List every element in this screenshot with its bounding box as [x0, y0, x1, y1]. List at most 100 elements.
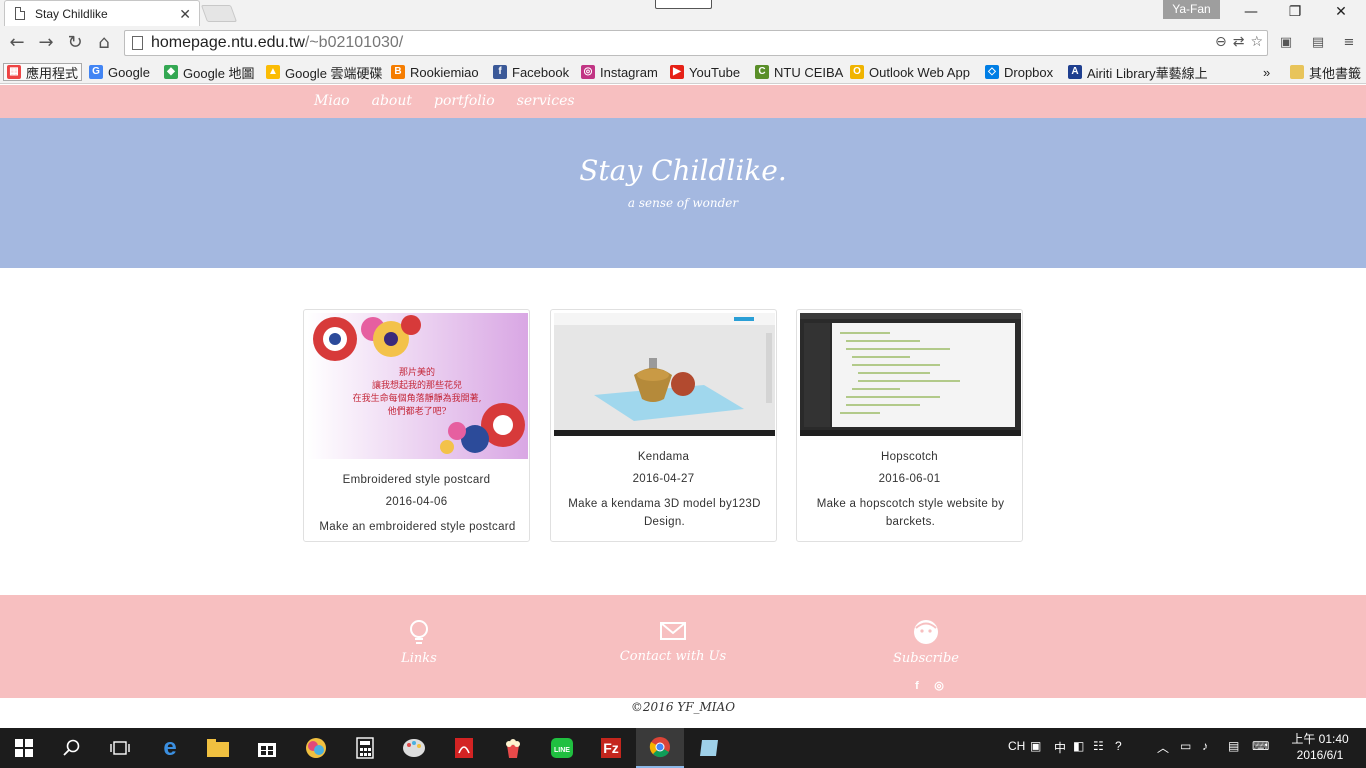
portfolio-card-postcard[interactable]: 那片美的 讓我想起我的那些花兒 在我生命每個角落靜靜為我開著, 他們都老了吧? …	[303, 309, 530, 542]
taskbar-notes-app[interactable]	[685, 728, 733, 768]
bookmark-outlook[interactable]: O Outlook Web App	[850, 63, 970, 81]
edge-icon: e	[163, 734, 177, 761]
outlook-icon: O	[850, 65, 864, 79]
maps-icon: ◆	[164, 65, 178, 79]
bookmark-maps[interactable]: ◆ Google 地圖	[164, 63, 255, 81]
ime-settings-icon[interactable]: ▣	[1030, 739, 1041, 753]
ime-keyboard-icon[interactable]: ☷	[1093, 739, 1104, 753]
windows-logo-icon	[15, 739, 33, 757]
footer-links-label: Links	[401, 651, 437, 666]
page-content: Miao about portfolio services Stay Child…	[0, 85, 1366, 728]
browser-tab[interactable]: Stay Childlike ✕	[4, 0, 200, 26]
back-button[interactable]: ←	[5, 31, 29, 55]
new-tab-button[interactable]	[200, 5, 238, 22]
clock[interactable]: 上午 01:40 2016/6/1	[1284, 731, 1356, 763]
bookmark-google[interactable]: G Google	[89, 63, 150, 81]
url-text[interactable]: homepage.ntu.edu.tw/~b02101030/	[151, 33, 403, 53]
ime-indicator[interactable]: CH	[1008, 739, 1025, 753]
extension-icon-2[interactable]: ▤	[1308, 33, 1328, 53]
clock-date: 2016/6/1	[1296, 748, 1344, 762]
calculator-icon	[356, 737, 374, 759]
footer-contact-label: Contact with Us	[619, 649, 727, 664]
taskbar: e LINE Fz CH ▣ 中 ◧ ☷ ? ︿ ▭ ♪ ▤ ⌨ 上午 01:4…	[0, 728, 1366, 768]
color-wheel-icon	[306, 738, 326, 758]
bookmark-dropbox[interactable]: ◇ Dropbox	[985, 63, 1053, 81]
tab-close-icon[interactable]: ✕	[179, 6, 191, 23]
store-icon	[258, 743, 276, 757]
taskbar-file-explorer[interactable]	[194, 728, 242, 768]
footer-subscribe[interactable]: Subscribe	[846, 619, 1006, 666]
forward-button[interactable]: →	[34, 31, 58, 55]
menu-icon[interactable]: ≡	[1339, 33, 1359, 53]
bookmarks-bar: ▦ 應用程式 G Google ◆ Google 地圖 ▲ Google 雲端硬碟 BR…	[0, 60, 1366, 84]
postcard-thumbnail: 那片美的 讓我想起我的那些花兒 在我生命每個角落靜靜為我開著, 他們都老了吧?	[307, 313, 528, 459]
search-button[interactable]	[48, 728, 96, 768]
action-center-icon[interactable]: ▤	[1228, 739, 1239, 753]
portfolio-card-hopscotch[interactable]: Hopscotch 2016-06-01 Make a hopscotch st…	[796, 309, 1023, 542]
bookmarks-overflow-icon[interactable]: »	[1263, 63, 1270, 81]
bookmark-star-icon[interactable]: ☆	[1250, 34, 1263, 50]
footer-contact[interactable]: Contact with Us	[593, 619, 753, 664]
facebook-icon[interactable]: f	[910, 679, 924, 693]
home-button[interactable]: ⌂	[92, 31, 116, 55]
taskbar-paint-app[interactable]	[390, 728, 438, 768]
postcard-text-line-4: 他們都老了吧?	[388, 405, 447, 417]
taskbar-calculator[interactable]	[341, 728, 389, 768]
close-window-button[interactable]: ✕	[1318, 0, 1364, 24]
zoom-icon[interactable]: ⊖	[1215, 34, 1227, 50]
task-view-icon	[110, 741, 130, 755]
card-title: Hopscotch	[880, 451, 939, 463]
reload-button[interactable]: ↻	[63, 31, 87, 55]
bookmark-instagram[interactable]: ◎ Instagram	[581, 63, 658, 81]
taskbar-acrobat[interactable]	[440, 728, 488, 768]
lightbulb-icon	[410, 620, 428, 644]
bookmark-rookiemiao[interactable]: B Rookiemiao	[391, 63, 479, 81]
instagram-icon[interactable]: ◎	[932, 679, 946, 693]
bookmark-airiti[interactable]: A Airiti Library華藝線上	[1068, 63, 1208, 81]
ime-mode[interactable]: 中	[1054, 739, 1066, 756]
taskbar-color-app[interactable]	[292, 728, 340, 768]
task-view-button[interactable]	[96, 728, 144, 768]
nav-link-services[interactable]: services	[517, 93, 575, 109]
taskbar-store[interactable]	[243, 728, 291, 768]
battery-icon[interactable]: ▭	[1180, 739, 1191, 753]
extension-icon[interactable]: ▣	[1276, 33, 1296, 53]
footer-subscribe-label: Subscribe	[893, 651, 959, 666]
postcard-text-line-1: 那片美的	[399, 366, 435, 378]
nav-link-about[interactable]: about	[372, 93, 412, 109]
portfolio-card-kendama[interactable]: Kendama 2016-04-27 Make a kendama 3D mod…	[550, 309, 777, 542]
bookmark-drive[interactable]: ▲ Google 雲端硬碟	[266, 63, 383, 81]
dropbox-icon: ◇	[985, 65, 999, 79]
tray-overflow-icon[interactable]: ︿	[1157, 739, 1169, 756]
restore-button[interactable]: ❐	[1272, 0, 1318, 24]
filezilla-icon: Fz	[601, 738, 621, 758]
taskbar-edge[interactable]: e	[146, 728, 194, 768]
nav-link-miao[interactable]: Miao	[314, 93, 350, 109]
start-button[interactable]	[0, 728, 48, 768]
bookmark-ceiba[interactable]: C NTU CEIBA	[755, 63, 843, 81]
taskbar-line[interactable]: LINE	[538, 728, 586, 768]
minimize-button[interactable]: —	[1228, 0, 1274, 24]
bookmark-other[interactable]: 其他書籤	[1290, 63, 1361, 81]
site-navbar: Miao about portfolio services	[0, 85, 1366, 118]
bookmark-facebook[interactable]: f Facebook	[493, 63, 569, 81]
volume-icon[interactable]: ♪	[1202, 739, 1208, 753]
facebook-icon: f	[493, 65, 507, 79]
instagram-icon: ◎	[581, 65, 595, 79]
ceiba-icon: C	[755, 65, 769, 79]
taskbar-popcorn-app[interactable]	[489, 728, 537, 768]
help-icon[interactable]: ?	[1115, 739, 1122, 753]
address-bar[interactable]: homepage.ntu.edu.tw/~b02101030/ ⊖ ⇄ ☆	[124, 30, 1268, 56]
youtube-icon: ▶	[670, 65, 684, 79]
bookmark-apps[interactable]: ▦ 應用程式	[3, 63, 83, 81]
keyboard-icon[interactable]: ⌨	[1252, 739, 1269, 753]
bookmark-youtube[interactable]: ▶ YouTube	[670, 63, 740, 81]
ime-width-icon[interactable]: ◧	[1073, 739, 1084, 753]
taskbar-filezilla[interactable]: Fz	[587, 728, 635, 768]
nav-link-portfolio[interactable]: portfolio	[434, 93, 495, 109]
taskbar-chrome[interactable]	[636, 728, 684, 768]
profile-button[interactable]: Ya-Fan	[1163, 0, 1220, 19]
translate-icon[interactable]: ⇄	[1233, 34, 1245, 50]
footer-links[interactable]: Links	[339, 619, 499, 666]
folder-icon	[1290, 65, 1304, 79]
